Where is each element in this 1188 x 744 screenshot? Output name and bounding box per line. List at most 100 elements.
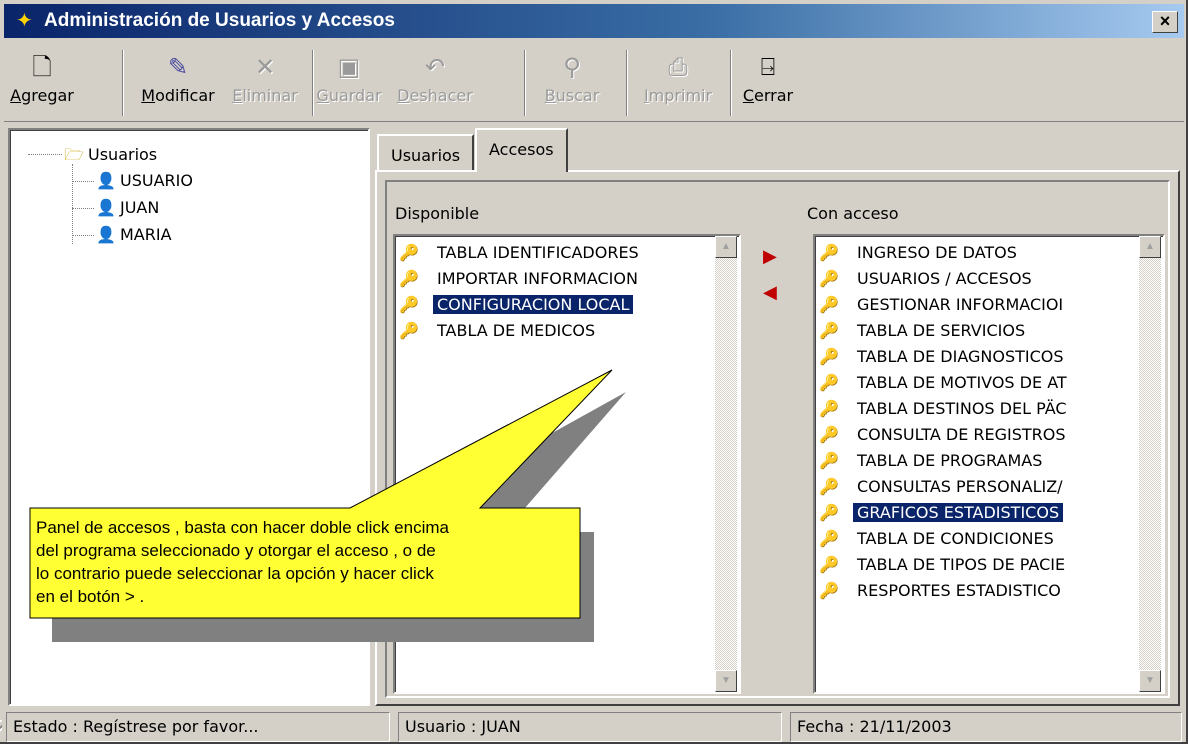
key-icon: 🔑 bbox=[819, 373, 839, 392]
list-item[interactable]: 🔑 CONSULTA DE REGISTROS bbox=[819, 422, 1129, 448]
list-item-label: USUARIOS / ACCESOS bbox=[857, 269, 1032, 288]
list-item[interactable]: 🔑 CONSULTAS PERSONALIZ/ bbox=[819, 474, 1129, 500]
key-icon: 🔑 bbox=[819, 425, 839, 444]
list-item-label: TABLA DE SERVICIOS bbox=[857, 321, 1026, 340]
accesos-panel: Disponible Con acceso 🔑 TABLA IDENTIFICAD… bbox=[375, 170, 1180, 706]
buscar-button[interactable]: ⚲ Buscar bbox=[540, 48, 604, 120]
list-item[interactable]: 🔑 INGRESO DE DATOS bbox=[819, 240, 1129, 266]
save-icon: ▣ bbox=[337, 53, 361, 81]
list-item[interactable]: 🔑 TABLA DE TIPOS DE PACIE bbox=[819, 552, 1129, 578]
key-icon: 🔑 bbox=[819, 321, 839, 340]
list-item[interactable]: 🔑 IMPORTAR INFORMACION bbox=[399, 266, 709, 292]
tab-control: Usuarios Accesos Disponible Con acceso 🔑… bbox=[375, 128, 1180, 706]
remove-access-button[interactable]: ◀ bbox=[763, 282, 777, 303]
callout-text: Panel de accesos , basta con hacer doble… bbox=[36, 518, 449, 606]
toolbar: 🗋 Agregar ✎ Modificar ✕ Eliminar ▣ Guard… bbox=[4, 42, 1184, 122]
key-icon: 🔑 bbox=[399, 295, 419, 314]
list-item-label: CONFIGURACION LOCAL bbox=[433, 295, 634, 314]
list-item-label: INGRESO DE DATOS bbox=[857, 243, 1017, 262]
disponible-scrollbar[interactable]: ▲ ▼ bbox=[715, 236, 737, 692]
main-window: ✦ Administración de Usuarios y Accesos ×… bbox=[0, 0, 1188, 744]
list-item[interactable]: 🔑 USUARIOS / ACCESOS bbox=[819, 266, 1129, 292]
close-button[interactable]: × bbox=[1152, 11, 1178, 33]
toolbar-separator bbox=[730, 50, 732, 116]
exit-door-icon: ⍈ bbox=[760, 53, 776, 81]
title-bar[interactable]: ✦ Administración de Usuarios y Accesos × bbox=[4, 4, 1184, 38]
list-item-label: RESPORTES ESTADISTICO bbox=[857, 581, 1061, 600]
toolbar-separator bbox=[312, 50, 314, 116]
key-icon: 🔑 bbox=[399, 243, 419, 262]
tree-node-user[interactable]: 👤 MARIA bbox=[92, 225, 172, 244]
list-item-label: TABLA DE PROGRAMAS bbox=[857, 451, 1043, 470]
list-item-label: TABLA DE DIAGNOSTICOS bbox=[857, 347, 1064, 366]
accesos-frame: Disponible Con acceso 🔑 TABLA IDENTIFICAD… bbox=[385, 180, 1170, 698]
undo-icon: ↶ bbox=[424, 53, 446, 81]
list-item-label: CONSULTA DE REGISTROS bbox=[857, 425, 1066, 444]
list-item[interactable]: 🔑 TABLA DE MEDICOS bbox=[399, 318, 709, 344]
tree-connector bbox=[72, 208, 94, 209]
list-item[interactable]: 🔑 TABLA IDENTIFICADORES bbox=[399, 240, 709, 266]
scroll-down-button[interactable]: ▼ bbox=[1139, 670, 1161, 692]
list-item[interactable]: 🔑 GESTIONAR INFORMACIOI bbox=[819, 292, 1129, 318]
edit-icon: ✎ bbox=[167, 53, 189, 81]
tree-node-user[interactable]: 👤 USUARIO bbox=[92, 171, 193, 190]
list-item[interactable]: 🔑 TABLA DE CONDICIONES bbox=[819, 526, 1129, 552]
list-item-label: GESTIONAR INFORMACIOI bbox=[857, 295, 1064, 314]
imprimir-button[interactable]: ⎙ Imprimir bbox=[640, 48, 716, 120]
folder-open-icon: 🗁 bbox=[64, 145, 84, 164]
tree-root-usuarios[interactable]: 🗁 Usuarios bbox=[60, 144, 157, 171]
list-item-label: TABLA DE CONDICIONES bbox=[857, 529, 1054, 548]
search-icon: ⚲ bbox=[563, 53, 581, 81]
resize-grip[interactable] bbox=[0, 720, 2, 740]
con-acceso-scrollbar[interactable]: ▲ ▼ bbox=[1139, 236, 1161, 692]
print-icon: ⎙ bbox=[668, 53, 688, 81]
list-item-label: TABLA IDENTIFICADORES bbox=[437, 243, 639, 262]
disponible-list[interactable]: 🔑 TABLA IDENTIFICADORES 🔑 IMPORTAR INFORMAC… bbox=[393, 234, 741, 694]
window-title: Administración de Usuarios y Accesos bbox=[44, 10, 395, 31]
key-icon: 🔑 bbox=[819, 451, 839, 470]
scroll-up-button[interactable]: ▲ bbox=[715, 236, 737, 258]
add-access-button[interactable]: ▶ bbox=[763, 246, 777, 267]
tab-usuarios[interactable]: Usuarios bbox=[377, 134, 475, 170]
cerrar-button[interactable]: ⍈ Cerrar bbox=[738, 48, 798, 120]
list-item[interactable]: 🔑 TABLA DESTINOS DEL PÄC bbox=[819, 396, 1129, 422]
list-item[interactable]: 🔑 TABLA DE PROGRAMAS bbox=[819, 448, 1129, 474]
key-icon: 🔑 bbox=[819, 503, 839, 522]
list-item[interactable]: 🔑 TABLA DE SERVICIOS bbox=[819, 318, 1129, 344]
disponible-label: Disponible bbox=[395, 204, 480, 223]
list-item[interactable]: 🔑 TABLA DE MOTIVOS DE AT bbox=[819, 370, 1129, 396]
key-icon: 🔑 bbox=[819, 243, 839, 262]
list-item-label: GRAFICOS ESTADISTICOS bbox=[851, 502, 1065, 523]
deshacer-button[interactable]: ↶ Deshacer bbox=[392, 48, 478, 120]
tree-connector bbox=[72, 235, 94, 236]
status-usuario: Usuario : JUAN bbox=[398, 712, 782, 742]
new-document-icon: 🗋 bbox=[32, 53, 52, 81]
agregar-button[interactable]: 🗋 Agregar bbox=[8, 48, 76, 120]
con-acceso-list[interactable]: 🔑 INGRESO DE DATOS 🔑 USUARIOS / ACCESOS 🔑 GES… bbox=[813, 234, 1165, 694]
toolbar-separator bbox=[524, 50, 526, 116]
app-icon: ✦ bbox=[16, 10, 33, 32]
list-item[interactable]: 🔑 RESPORTES ESTADISTICO bbox=[819, 578, 1129, 604]
users-tree[interactable]: 🗁 Usuarios 👤 USUARIO 👤 JUAN 👤 MARIA bbox=[8, 128, 370, 706]
modificar-button[interactable]: ✎ Modificar bbox=[136, 48, 220, 120]
status-fecha: Fecha : 21/11/2003 bbox=[790, 712, 1182, 742]
eliminar-button[interactable]: ✕ Eliminar bbox=[232, 48, 298, 120]
scroll-down-button[interactable]: ▼ bbox=[715, 670, 737, 692]
tree-connector bbox=[28, 154, 62, 155]
user-icon: 👤 bbox=[96, 198, 116, 217]
list-item-label: IMPORTAR INFORMACION bbox=[437, 269, 638, 288]
key-icon: 🔑 bbox=[819, 269, 839, 288]
list-item[interactable]: 🔑 TABLA DE DIAGNOSTICOS bbox=[819, 344, 1129, 370]
status-estado: Estado : Regístrese por favor... bbox=[6, 712, 390, 742]
guardar-button[interactable]: ▣ Guardar bbox=[316, 48, 382, 120]
tab-accesos[interactable]: Accesos bbox=[475, 128, 568, 172]
toolbar-separator bbox=[626, 50, 628, 116]
scroll-up-button[interactable]: ▲ bbox=[1139, 236, 1161, 258]
key-icon: 🔑 bbox=[819, 347, 839, 366]
list-item[interactable]: 🔑 CONFIGURACION LOCAL bbox=[399, 292, 709, 318]
tree-node-user[interactable]: 👤 JUAN bbox=[92, 198, 159, 217]
key-icon: 🔑 bbox=[819, 399, 839, 418]
list-item[interactable]: 🔑 GRAFICOS ESTADISTICOS bbox=[819, 500, 1129, 526]
user-icon: 👤 bbox=[96, 225, 116, 244]
con-acceso-label: Con acceso bbox=[807, 204, 899, 223]
